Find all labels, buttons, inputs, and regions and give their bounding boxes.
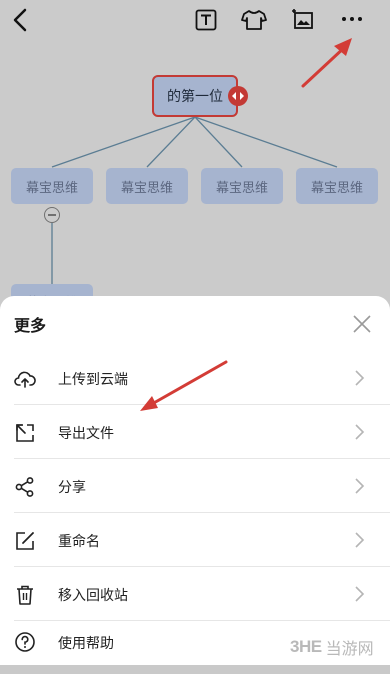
share-icon [14,476,36,498]
menu-item-label: 上传到云端 [58,371,128,387]
child-node[interactable]: 幕宝思维 [296,168,378,204]
chevron-right-icon [352,369,366,387]
watermark: 3HE 当游网 [290,635,374,659]
menu-item-label: 分享 [58,479,86,495]
chevron-right-icon [352,585,366,603]
collapse-node-icon[interactable] [44,207,60,223]
child-node-label: 幕宝思维 [25,179,78,195]
child-node-label: 幕宝思维 [310,179,363,195]
menu-item-export-file[interactable]: 导出文件 [0,405,390,458]
trash-icon [14,584,36,606]
child-node-label: 幕宝思维 [120,179,173,195]
help-icon [14,631,36,653]
menu-item-label: 移入回收站 [58,587,128,603]
watermark-text: 当游网 [325,641,374,658]
child-node-label: 幕宝思维 [215,179,268,195]
watermark-logo: 3HE [290,637,322,656]
sheet-title: 更多 [14,318,47,335]
child-node[interactable]: 幕宝思维 [11,168,93,204]
child-node[interactable]: 幕宝思维 [201,168,283,204]
menu-item-label: 使用帮助 [58,635,114,651]
more-bottom-sheet: 更多 上传到云端 导出文件 分享 重命名 移入回收站 使用帮助 [0,296,390,665]
menu-item-rename[interactable]: 重命名 [0,513,390,566]
menu-item-label: 导出文件 [58,425,114,441]
export-icon [14,422,36,444]
expand-node-icon[interactable] [228,86,248,106]
child-node[interactable]: 幕宝思维 [106,168,188,204]
menu-item-upload-cloud[interactable]: 上传到云端 [0,351,390,404]
chevron-right-icon [352,423,366,441]
chevron-right-icon [352,477,366,495]
close-icon[interactable] [352,314,372,334]
cloud-upload-icon [14,368,36,390]
menu-item-label: 重命名 [58,533,100,549]
root-node-label: 的第一位 [167,88,223,104]
menu-item-share[interactable]: 分享 [0,459,390,512]
root-node[interactable]: 的第一位 [152,75,238,117]
rename-icon [14,530,36,552]
chevron-right-icon [352,531,366,549]
menu-item-move-to-trash[interactable]: 移入回收站 [0,567,390,620]
